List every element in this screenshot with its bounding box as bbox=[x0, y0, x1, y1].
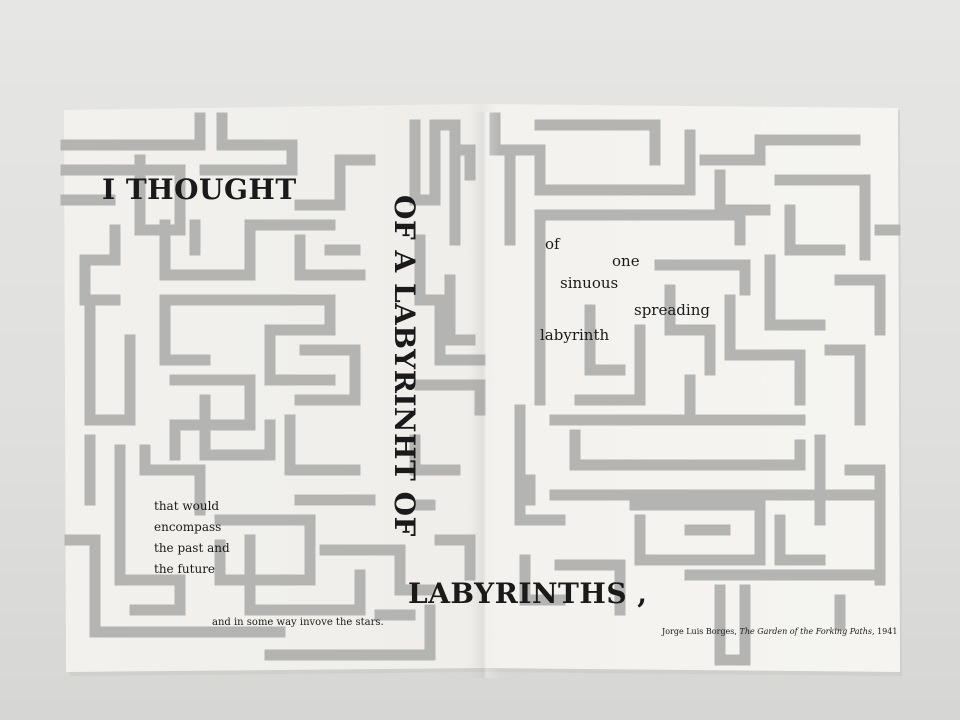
poem-block-line: encompass bbox=[154, 520, 222, 534]
word-of: of bbox=[545, 235, 560, 253]
attribution-author: Jorge Luis Borges, bbox=[662, 627, 740, 636]
word-labyrinth: labyrinth bbox=[540, 326, 610, 344]
comma: , bbox=[637, 577, 648, 610]
poem-block: that would encompass the past and the fu… bbox=[154, 496, 230, 580]
word-sinuous: sinuous bbox=[560, 274, 619, 292]
line-stars: and in some way invove the stars. bbox=[212, 617, 384, 628]
paper-sheet bbox=[60, 104, 902, 676]
poem-block-line: the future bbox=[154, 562, 216, 576]
heading-labyrinths: LABYRINTHS , bbox=[408, 580, 648, 608]
word-spreading: spreading bbox=[634, 301, 710, 319]
word-labyrinths: LABYRINTHS bbox=[408, 577, 628, 610]
photo-scene: I THOUGHT OF A LABYRINHT OF LABYRINTHS ,… bbox=[0, 0, 960, 720]
poem-block-line: that would bbox=[154, 499, 220, 513]
attribution-title: The Garden of the Forking Paths bbox=[739, 627, 872, 636]
heading-i-thought: I THOUGHT bbox=[102, 173, 297, 206]
attribution-year: , 1941 bbox=[872, 627, 898, 636]
attribution: Jorge Luis Borges, The Garden of the For… bbox=[662, 628, 897, 636]
word-one: one bbox=[612, 252, 640, 270]
vertical-line-of-a-labyrinht-of: OF A LABYRINHT OF bbox=[388, 195, 421, 537]
poem-block-line: the past and bbox=[154, 541, 230, 555]
